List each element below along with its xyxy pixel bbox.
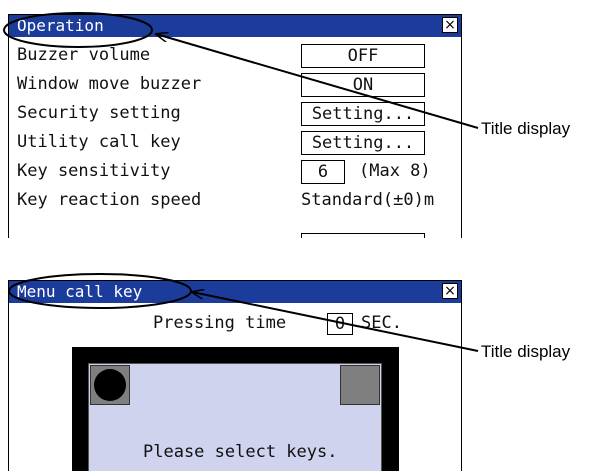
callout-arrow-bottom [192,292,479,352]
title-display-callout-bottom: Title display [481,342,571,361]
title-display-callout-top: Title display [481,119,571,138]
callout-arrow-top [156,34,479,129]
callout-overlay [3,12,479,352]
title-highlight-ellipse-bottom [8,273,192,309]
title-highlight-ellipse-top [3,12,153,48]
